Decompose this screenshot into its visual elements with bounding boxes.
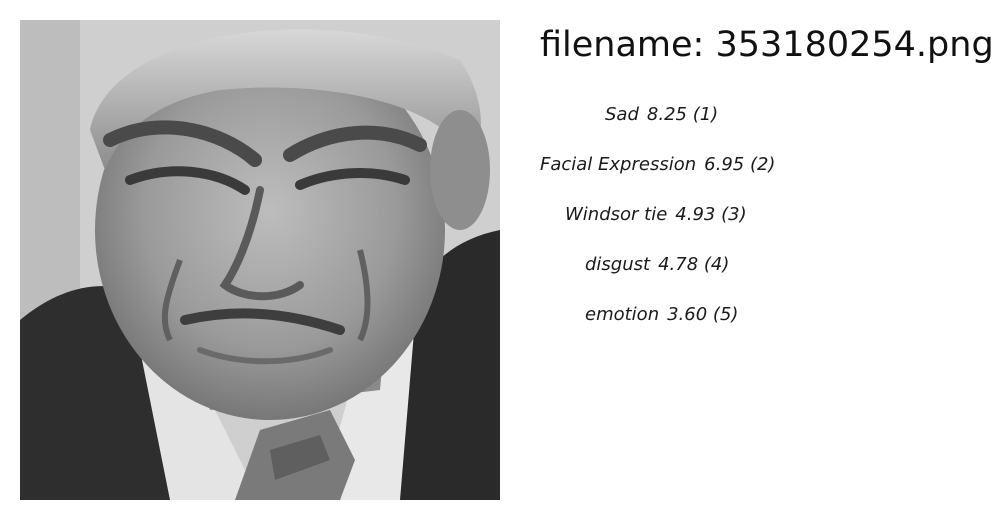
prediction-rank: (3) [721, 204, 747, 225]
prediction-item: Facial Expression 6.95 (2) [540, 150, 775, 180]
prediction-item: Windsor tie 4.93 (3) [565, 200, 747, 230]
prediction-score: 8.25 [646, 104, 687, 125]
prediction-label: emotion [585, 304, 660, 325]
filename-value: 353180254.png [715, 25, 994, 65]
prediction-label: Facial Expression [540, 154, 697, 175]
face-photo-icon [20, 20, 500, 500]
prediction-rank: (2) [749, 154, 776, 175]
face-photo [20, 20, 500, 500]
prediction-score: 4.78 [658, 254, 699, 275]
prediction-item: disgust 4.78 (4) [585, 250, 729, 280]
filename-prefix: filename: [540, 25, 705, 65]
prediction-rank: (5) [712, 304, 739, 325]
prediction-rank: (1) [692, 104, 719, 125]
prediction-rank: (4) [703, 254, 730, 275]
filename-title: filename: 353180254.png [540, 22, 994, 68]
prediction-label: Sad [605, 104, 639, 125]
prediction-item: Sad 8.25 (1) [605, 100, 718, 130]
prediction-label: Windsor tie [565, 204, 668, 225]
prediction-label: disgust [585, 254, 651, 275]
prediction-item: emotion 3.60 (5) [585, 300, 738, 330]
prediction-score: 4.93 [675, 204, 716, 225]
prediction-score: 6.95 [704, 154, 745, 175]
prediction-score: 3.60 [667, 304, 708, 325]
